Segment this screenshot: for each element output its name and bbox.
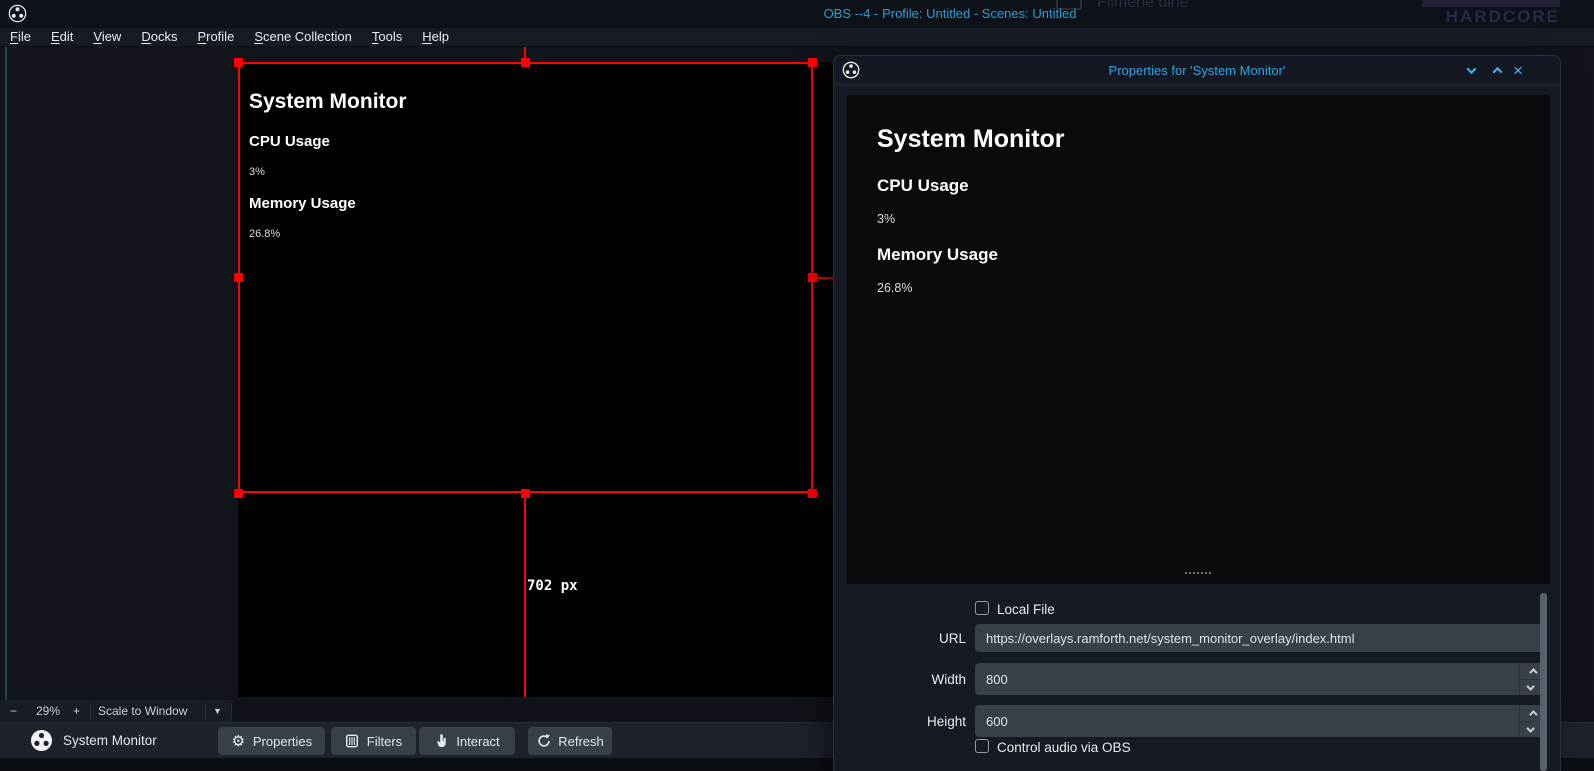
chevron-down-icon: [1466, 64, 1476, 74]
dialog-titlebar[interactable]: Properties for 'System Monitor' ×: [834, 56, 1560, 85]
ghost-logo-fragment: [1422, 0, 1560, 7]
window-title: OBS --4 - Profile: Untitled - Scenes: Un…: [700, 6, 1200, 21]
filters-button-label: Filters: [367, 734, 402, 749]
ghost-hardcore-text: HARDCORE: [1398, 7, 1560, 27]
gear-icon: ⚙: [231, 734, 246, 749]
height-label: Height: [871, 714, 966, 729]
menu-help[interactable]: Help: [412, 29, 459, 46]
dialog-shade-button[interactable]: [1461, 60, 1481, 80]
resize-handle-bottom-left[interactable]: [234, 489, 243, 498]
dialog-source-preview: System Monitor CPU Usage 3% Memory Usage…: [847, 95, 1550, 584]
canvas-left-accent: [5, 47, 7, 700]
menu-file[interactable]: File: [10, 29, 41, 46]
properties-button[interactable]: ⚙ Properties: [218, 727, 325, 755]
width-label: Width: [871, 672, 966, 687]
obs-logo-icon: [8, 4, 27, 23]
resize-handle-bottom-center[interactable]: [521, 489, 530, 498]
preview-mem-value: 26.8%: [877, 281, 912, 295]
menu-scene-collection[interactable]: Scene Collection: [244, 29, 362, 46]
url-input[interactable]: [975, 624, 1543, 652]
filter-icon: [345, 734, 360, 749]
resize-handle-top-right[interactable]: [808, 58, 817, 67]
interact-button[interactable]: Interact: [419, 727, 515, 755]
refresh-button-label: Refresh: [558, 734, 604, 749]
preview-cpu-value: 3%: [877, 212, 895, 226]
dialog-scrollbar[interactable]: [1540, 593, 1547, 771]
interact-button-label: Interact: [456, 734, 499, 749]
menu-profile[interactable]: Profile: [187, 29, 244, 46]
preview-mem-label: Memory Usage: [877, 245, 998, 265]
obs-main-window: Filmene dine OBS --4 - Profile: Untitled…: [0, 0, 1594, 771]
height-input[interactable]: [975, 705, 1543, 737]
control-audio-checkbox[interactable]: [975, 739, 989, 753]
menu-tools[interactable]: Tools: [362, 29, 412, 46]
dialog-title: Properties for 'System Monitor': [834, 63, 1560, 78]
selected-source-name: System Monitor: [63, 733, 157, 748]
filters-button[interactable]: Filters: [331, 727, 416, 755]
separator: [205, 703, 206, 719]
properties-button-label: Properties: [253, 734, 312, 749]
menu-edit[interactable]: Edit: [41, 29, 83, 46]
obs-source-icon: [30, 729, 53, 752]
menu-view[interactable]: View: [83, 29, 131, 46]
local-file-label: Local File: [997, 602, 1055, 617]
separator: [231, 703, 232, 719]
height-measure-label: 702 px: [527, 578, 578, 594]
chevron-up-icon: [1529, 710, 1537, 718]
resize-handle-top-center[interactable]: [521, 58, 530, 67]
resize-handle-bottom-right[interactable]: [808, 489, 817, 498]
chevron-up-icon: [1529, 668, 1537, 676]
window-titlebar: Filmene dine OBS --4 - Profile: Untitled…: [0, 0, 1594, 28]
url-label: URL: [871, 631, 966, 646]
dialog-close-button[interactable]: ×: [1508, 60, 1528, 80]
chevron-down-icon: [1526, 682, 1534, 690]
dialog-unshade-button[interactable]: [1487, 60, 1507, 80]
hand-pointer-icon: [434, 734, 449, 749]
guide-line-bottom: [524, 493, 526, 697]
refresh-icon: [536, 734, 551, 749]
menu-docks[interactable]: Docks: [131, 29, 187, 46]
preview-cpu-label: CPU Usage: [877, 176, 969, 196]
control-audio-label: Control audio via OBS: [997, 740, 1131, 755]
width-input[interactable]: [975, 663, 1543, 695]
zoom-level-value: 29%: [36, 704, 60, 718]
resize-handle-top-left[interactable]: [234, 58, 243, 67]
splitter-handle-icon[interactable]: [1185, 572, 1211, 575]
separator: [90, 703, 91, 719]
menu-bar: File Edit View Docks Profile Scene Colle…: [0, 28, 1594, 47]
preview-title: System Monitor: [877, 125, 1065, 154]
resize-handle-mid-right[interactable]: [808, 273, 817, 282]
local-file-checkbox[interactable]: [975, 601, 989, 615]
source-selection-box[interactable]: [238, 62, 813, 493]
properties-dialog: Properties for 'System Monitor' × System…: [833, 55, 1561, 771]
zoom-out-button[interactable]: −: [10, 704, 17, 718]
chevron-up-icon: [1492, 66, 1502, 76]
scale-mode-caret-icon[interactable]: ▼: [213, 706, 222, 716]
resize-handle-mid-left[interactable]: [234, 273, 243, 282]
refresh-button[interactable]: Refresh: [528, 727, 612, 755]
chevron-down-icon: [1526, 724, 1534, 732]
zoom-in-button[interactable]: +: [73, 704, 80, 718]
scale-mode-selector[interactable]: Scale to Window: [98, 704, 187, 718]
